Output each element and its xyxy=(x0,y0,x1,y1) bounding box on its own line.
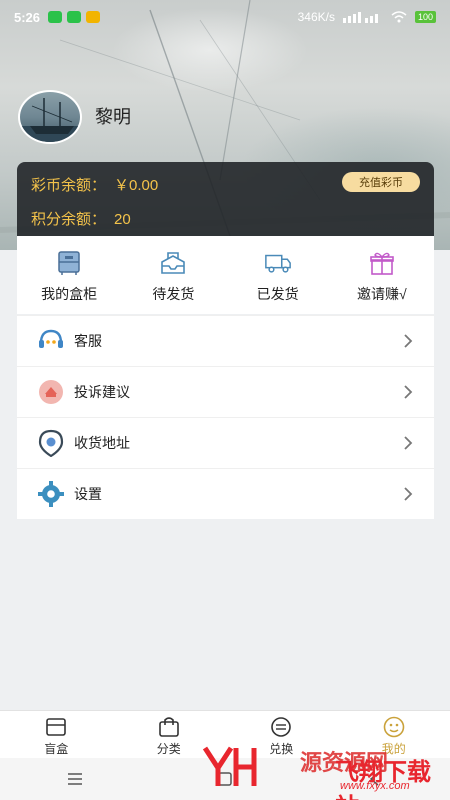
avatar[interactable] xyxy=(18,90,82,144)
customer-service-icon xyxy=(39,329,63,348)
nav-label: 分类 xyxy=(156,742,181,756)
menu-list: 客服 投诉建议 收货地址 设置 xyxy=(17,315,434,519)
complaint-icon xyxy=(39,380,63,404)
order-item-shipped[interactable]: 已发货 xyxy=(226,236,330,314)
status-time: 5:26 xyxy=(14,9,41,25)
chevron-right-icon xyxy=(404,436,413,450)
menu-item-complaint[interactable]: 投诉建议 xyxy=(17,366,434,417)
order-item-cabinet[interactable]: 我的盒柜 xyxy=(17,236,121,314)
cabinet-icon xyxy=(58,251,80,275)
coin-balance-value: ￥0.00 xyxy=(114,177,159,194)
order-item-label: 邀请赚√ xyxy=(357,286,407,302)
order-item-label: 我的盒柜 xyxy=(41,286,98,302)
chevron-right-icon xyxy=(404,334,413,348)
order-item-pending[interactable]: 待发货 xyxy=(121,236,225,314)
chevron-right-icon xyxy=(404,385,413,399)
menu-item-label: 收货地址 xyxy=(74,435,130,451)
bag-icon xyxy=(158,717,179,737)
signal-icon xyxy=(342,12,378,23)
wechat-icon xyxy=(67,11,82,23)
balance-card: 彩币余额： ￥0.00 充值彩币 积分余额： 20 xyxy=(17,162,434,238)
blindbox-icon xyxy=(46,718,67,736)
nav-label: 兑换 xyxy=(269,742,294,756)
watermark-right-text: 飞翔下载站 xyxy=(335,759,431,800)
wifi-icon xyxy=(391,11,407,23)
location-icon xyxy=(38,429,64,457)
username: 黎明 xyxy=(95,107,131,127)
order-shortcuts: 我的盒柜 待发货 已发货 邀请赚√ xyxy=(17,236,434,314)
points-balance-value: 20 xyxy=(114,211,131,228)
points-balance-label: 积分余额： xyxy=(31,211,107,228)
chevron-right-icon xyxy=(404,487,413,501)
menu-item-settings[interactable]: 设置 xyxy=(17,468,434,519)
gift-icon xyxy=(370,252,394,275)
menu-item-label: 投诉建议 xyxy=(74,384,130,400)
menu-button[interactable] xyxy=(55,764,95,794)
order-item-label: 待发货 xyxy=(152,286,195,302)
watermark-logo xyxy=(202,746,257,786)
nav-item-blindbox[interactable]: 盲盒 xyxy=(0,711,113,758)
mail-icon xyxy=(86,11,101,23)
coin-balance-row: 彩币余额： ￥0.00 xyxy=(31,174,158,195)
order-item-invite[interactable]: 邀请赚√ xyxy=(330,236,434,314)
box-open-icon xyxy=(161,252,186,274)
recharge-button[interactable]: 充值彩币 xyxy=(342,172,420,192)
gear-icon xyxy=(38,481,64,507)
menu-item-customer-service[interactable]: 客服 xyxy=(17,315,434,366)
menu-item-label: 设置 xyxy=(74,486,102,502)
menu-item-label: 客服 xyxy=(74,333,102,349)
status-bar: 5:26 346K/s 100 xyxy=(0,0,450,34)
nav-label: 盲盒 xyxy=(44,742,69,756)
menu-item-address[interactable]: 收货地址 xyxy=(17,417,434,468)
order-item-label: 已发货 xyxy=(256,286,299,302)
hamburger-icon xyxy=(68,773,82,785)
coin-balance-label: 彩币余额： xyxy=(31,177,107,194)
watermark-url: www.fxyx.com xyxy=(340,780,410,792)
wechat-icon xyxy=(48,11,63,23)
battery-indicator: 100 xyxy=(414,11,436,23)
points-balance-row: 积分余额： 20 xyxy=(31,208,131,229)
truck-icon xyxy=(264,254,291,273)
exchange-icon xyxy=(271,717,292,737)
profile-icon xyxy=(383,716,405,738)
net-speed: 346K/s xyxy=(297,10,335,24)
